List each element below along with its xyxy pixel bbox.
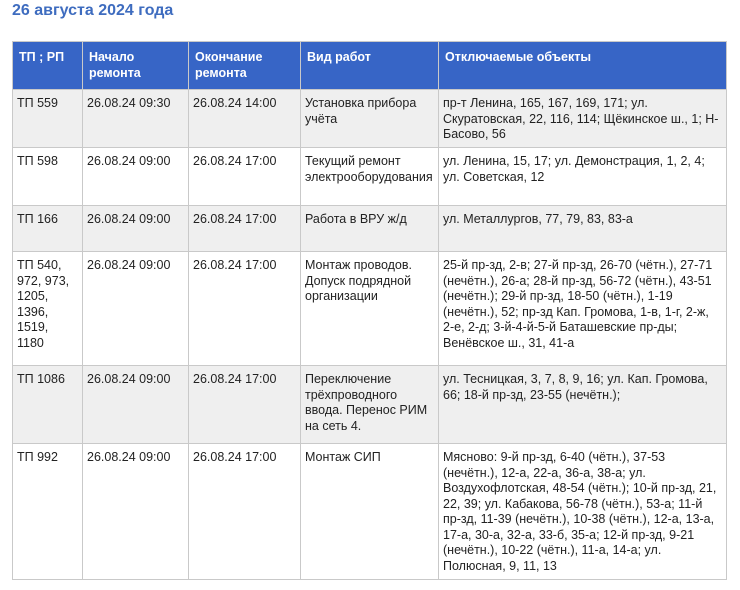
table-row: ТП 540, 972, 973, 1205, 1396, 1519, 1180…	[12, 251, 727, 366]
cell-tp: ТП 166	[12, 205, 83, 252]
cell-tp: ТП 598	[12, 147, 83, 206]
cell-end: 26.08.24 17:00	[188, 443, 301, 580]
cell-end: 26.08.24 17:00	[188, 251, 301, 366]
cell-start: 26.08.24 09:00	[82, 443, 189, 580]
cell-tp: ТП 992	[12, 443, 83, 580]
header-start: Начало ремонта	[82, 41, 189, 90]
table-row: ТП 598 26.08.24 09:00 26.08.24 17:00 Тек…	[12, 147, 727, 206]
table-row: ТП 166 26.08.24 09:00 26.08.24 17:00 Раб…	[12, 205, 727, 252]
cell-work: Работа в ВРУ ж/д	[300, 205, 439, 252]
header-end: Окончание ремонта	[188, 41, 301, 90]
cell-start: 26.08.24 09:00	[82, 205, 189, 252]
cell-end: 26.08.24 17:00	[188, 205, 301, 252]
page-title: 26 августа 2024 года	[12, 2, 174, 19]
cell-objects: пр-т Ленина, 165, 167, 169, 171; ул. Ску…	[438, 89, 727, 148]
cell-end: 26.08.24 17:00	[188, 147, 301, 206]
cell-tp: ТП 1086	[12, 365, 83, 444]
cell-end: 26.08.24 17:00	[188, 365, 301, 444]
cell-work: Монтаж проводов. Допуск подрядной органи…	[300, 251, 439, 366]
cell-work: Переключение трёхпроводного ввода. Перен…	[300, 365, 439, 444]
cell-objects: Мясново: 9-й пр-зд, 6-40 (чётн.), 37-53 …	[438, 443, 727, 580]
cell-start: 26.08.24 09:00	[82, 365, 189, 444]
table-row: ТП 992 26.08.24 09:00 26.08.24 17:00 Мон…	[12, 443, 727, 580]
cell-start: 26.08.24 09:30	[82, 89, 189, 148]
table-row: ТП 1086 26.08.24 09:00 26.08.24 17:00 Пе…	[12, 365, 727, 444]
cell-end: 26.08.24 14:00	[188, 89, 301, 148]
cell-work: Установка прибора учёта	[300, 89, 439, 148]
cell-work: Текущий ремонт электрооборудования	[300, 147, 439, 206]
cell-objects: ул. Тесницкая, 3, 7, 8, 9, 16; ул. Кап. …	[438, 365, 727, 444]
cell-tp: ТП 540, 972, 973, 1205, 1396, 1519, 1180	[12, 251, 83, 366]
cell-objects: ул. Ленина, 15, 17; ул. Демонстрация, 1,…	[438, 147, 727, 206]
header-objects: Отключаемые объекты	[438, 41, 727, 90]
cell-work: Монтаж СИП	[300, 443, 439, 580]
cell-objects: 25-й пр-зд, 2-в; 27-й пр-зд, 26-70 (чётн…	[438, 251, 727, 366]
cell-start: 26.08.24 09:00	[82, 147, 189, 206]
outage-schedule-table: ТП ; РП Начало ремонта Окончание ремонта…	[12, 41, 727, 580]
table-row: ТП 559 26.08.24 09:30 26.08.24 14:00 Уст…	[12, 89, 727, 148]
header-work: Вид работ	[300, 41, 439, 90]
cell-tp: ТП 559	[12, 89, 83, 148]
table-header-row: ТП ; РП Начало ремонта Окончание ремонта…	[12, 41, 727, 90]
cell-start: 26.08.24 09:00	[82, 251, 189, 366]
header-tp: ТП ; РП	[12, 41, 83, 90]
cell-objects: ул. Металлургов, 77, 79, 83, 83-а	[438, 205, 727, 252]
